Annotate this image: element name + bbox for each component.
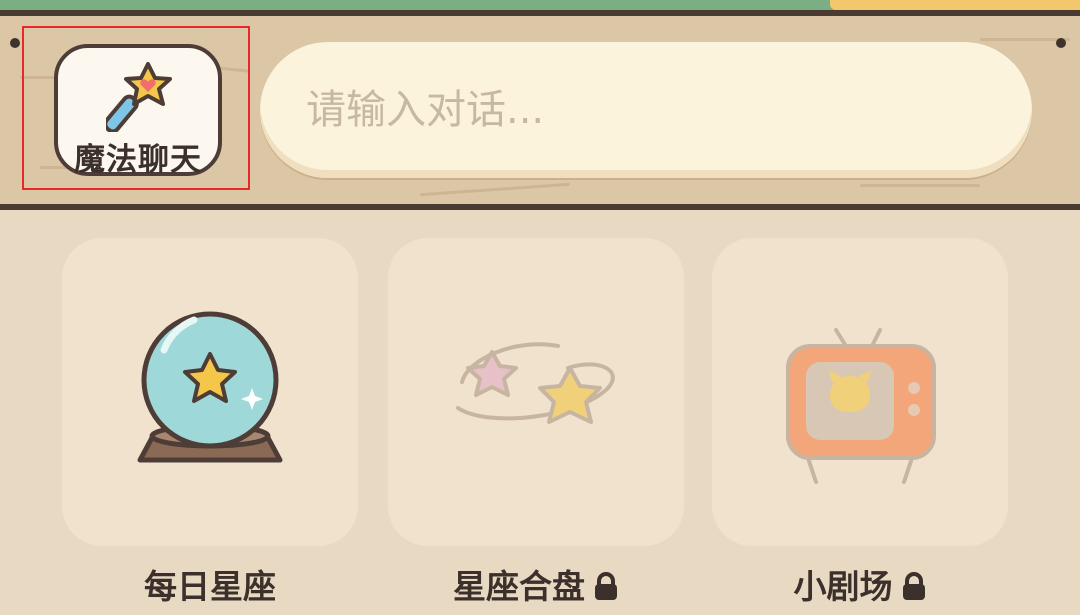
chat-input[interactable] — [260, 42, 1032, 178]
lock-icon — [902, 571, 925, 600]
nail-right — [1056, 38, 1066, 48]
card-label-text: 小剧场 — [793, 567, 893, 606]
nail-left — [10, 38, 20, 48]
top-yellow-accent — [830, 0, 1080, 10]
magic-chat-badge: 魔法聊天 — [54, 44, 222, 178]
tv-icon — [786, 328, 936, 484]
lock-icon — [595, 571, 617, 600]
card-label-mini-theater: 小剧场 — [712, 560, 1008, 608]
wood-grain — [420, 182, 570, 197]
card-mini-theater[interactable] — [712, 238, 1008, 546]
card-label-zodiac-match: 星座合盘 — [388, 560, 684, 608]
crystal-ball-icon — [137, 311, 283, 463]
magic-wand-icon — [106, 62, 172, 132]
magic-chat-button[interactable]: 魔法聊天 — [22, 26, 250, 190]
card-zodiac-match[interactable] — [388, 238, 684, 546]
card-label-daily-horoscope: 每日星座 — [62, 560, 358, 608]
card-label-text: 每日星座 — [144, 567, 276, 606]
twin-stars-icon — [456, 342, 615, 424]
magic-chat-label: 魔法聊天 — [74, 142, 202, 178]
feature-cards: 每日星座 星座合盘 小剧场 — [0, 210, 1080, 615]
card-daily-horoscope[interactable] — [62, 238, 358, 546]
wood-grain — [860, 184, 980, 187]
card-label-text: 星座合盘 — [453, 567, 585, 606]
top-green-strip — [0, 0, 1080, 10]
